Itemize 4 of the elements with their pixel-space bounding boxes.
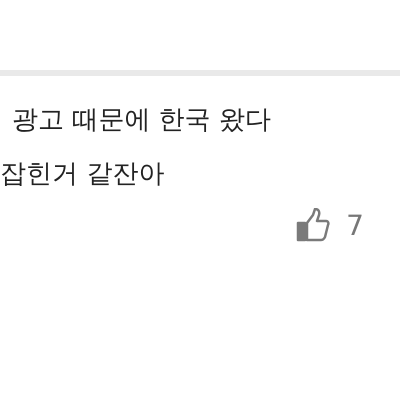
comment-text: 광고 때문에 한국 왔다 [11, 104, 272, 137]
thumbs-up-icon[interactable] [296, 208, 330, 242]
like-count: 7 [346, 208, 364, 242]
comment-text: 잡힌거 같잔아 [0, 158, 166, 191]
